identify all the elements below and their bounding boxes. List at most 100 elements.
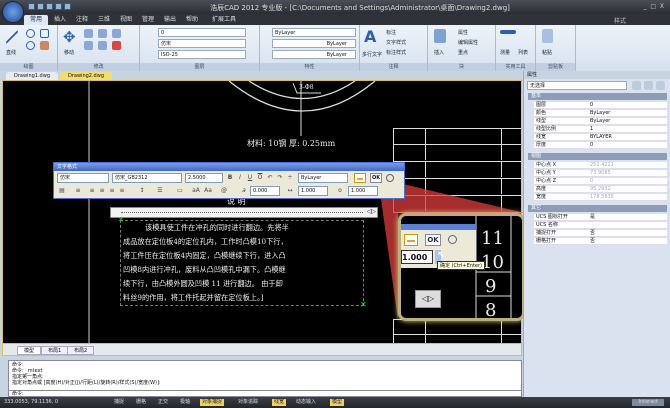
status-toggle-6[interactable]: 线宽 (272, 399, 287, 406)
tab-view[interactable]: 视图 (114, 15, 138, 25)
measure-icon[interactable] (500, 30, 516, 34)
property-row[interactable]: 线型 ByLayer (534, 118, 667, 125)
style-combo[interactable]: 仿宋 (57, 173, 109, 183)
insert-block-icon[interactable] (434, 29, 446, 43)
align-left-icon[interactable]: ≡ (88, 187, 96, 195)
mtext-ruler[interactable]: ◁▷ (110, 207, 378, 218)
select-objects-icon[interactable] (644, 81, 653, 90)
selection-combo[interactable]: 无选择 (527, 81, 627, 90)
layer-combo[interactable]: 0 (158, 28, 246, 37)
save-icon[interactable] (46, 3, 53, 10)
maximize-button[interactable]: □ (650, 3, 656, 10)
new-icon[interactable] (28, 3, 35, 10)
section-header-1[interactable]: 视图 (528, 153, 667, 160)
insert-button[interactable]: 插入 (434, 49, 444, 56)
status-toggle-1[interactable]: 栅格 (134, 399, 148, 406)
dimension-button[interactable]: 标注 (386, 29, 396, 36)
minimize-button[interactable]: _ (644, 3, 647, 10)
open-icon[interactable] (37, 3, 44, 10)
hatch-icon[interactable] (40, 41, 49, 50)
tab-3d[interactable]: 三维 (92, 15, 116, 25)
text-style-button[interactable]: 文字样式 (386, 39, 406, 46)
dim-style-combo[interactable]: ISO-25 (158, 50, 246, 59)
lineweight-combo[interactable]: ByLayer (272, 50, 356, 59)
list-button[interactable]: 列表 (518, 49, 528, 56)
move-icon[interactable]: ✥ (63, 28, 76, 46)
arc-icon[interactable] (26, 29, 35, 38)
property-row[interactable]: 图层 0 (534, 102, 667, 109)
align-center-icon[interactable]: ≡ (98, 187, 106, 195)
oblique-angle-field[interactable]: 0.000 (250, 186, 280, 196)
font-combo[interactable]: 仿宋_GB2312 (112, 173, 182, 183)
doc-tab-drawing1[interactable]: Drawing1.dwg (6, 72, 58, 80)
underline-icon[interactable]: U (246, 174, 254, 182)
lowercase-icon[interactable]: Aa (204, 187, 212, 195)
status-toggle-5[interactable]: 对象追踪 (236, 399, 260, 406)
section-header-2[interactable]: 其它 (528, 205, 667, 212)
bold-icon[interactable]: B (226, 174, 234, 182)
tab-output[interactable]: 输出 (158, 15, 182, 25)
columns-icon[interactable]: ▤ (58, 187, 66, 195)
ruler-toggle-icon[interactable] (354, 173, 366, 183)
property-row[interactable]: 厚度 0 (534, 142, 667, 149)
field-icon[interactable]: ▭ (176, 187, 184, 195)
numbering-icon[interactable]: ☰ (156, 187, 164, 195)
stretch-icon[interactable] (98, 41, 107, 50)
property-row[interactable]: 捕捉打开 否 (534, 230, 667, 237)
rectangle-icon[interactable] (40, 29, 49, 38)
property-row[interactable]: 线型比例 1 (534, 126, 667, 133)
dim-style-button[interactable]: 标注样式 (386, 49, 406, 56)
status-toggle-0[interactable]: 捕捉 (112, 399, 126, 406)
undo-icon[interactable]: ↶ (266, 174, 274, 182)
tab-help[interactable]: 帮助 (180, 15, 204, 25)
ruler-resize-icon[interactable]: ◁▷ (415, 290, 441, 308)
property-row[interactable]: 中心点 Y 73.9085 (534, 170, 667, 177)
status-toggle-4[interactable]: 对象捕捉 (200, 399, 225, 406)
line-button[interactable]: 直线 (6, 49, 16, 56)
doc-tab-drawing2[interactable]: Drawing2.dwg (60, 72, 112, 80)
attribute-button[interactable]: 属性 (458, 29, 468, 36)
window-controls[interactable]: _ □ X (644, 3, 664, 10)
property-row[interactable]: 栅格打开 否 (534, 238, 667, 245)
align-justify-icon[interactable]: ≡ (118, 187, 126, 195)
stack-icon[interactable]: ÷ (286, 174, 294, 182)
linetype-combo[interactable]: ByLayer (272, 39, 356, 48)
overline-icon[interactable] (404, 234, 418, 246)
text-height-combo[interactable]: 2.5000 (185, 173, 223, 183)
circle-icon[interactable] (26, 41, 35, 50)
tab-annotate[interactable]: 注释 (70, 15, 94, 25)
uppercase-icon[interactable]: aA (192, 187, 200, 195)
ok-button[interactable]: OK (370, 173, 382, 183)
paste-button[interactable]: 粘贴 (542, 49, 552, 56)
status-toggle-7[interactable]: 动态输入 (294, 399, 318, 406)
copy-icon[interactable] (98, 29, 107, 38)
align-right-icon[interactable]: ≡ (108, 187, 116, 195)
line-icon[interactable] (6, 30, 18, 44)
status-toggle-2[interactable]: 正交 (156, 399, 170, 406)
property-row[interactable]: 线宽 BYLAYER (534, 134, 667, 141)
undo-icon[interactable] (64, 3, 71, 10)
property-row[interactable]: 颜色 ByLayer (534, 110, 667, 117)
style-menu[interactable]: 样式 (614, 16, 626, 25)
property-row[interactable]: UCS 图标打开 是 (534, 214, 667, 221)
width-factor-field-zoomed[interactable]: 1.000 (401, 250, 433, 264)
section-header-0[interactable]: 基本 (528, 93, 667, 100)
interact-button[interactable]: Interact (632, 399, 664, 406)
tab-manage[interactable]: 管理 (136, 15, 160, 25)
overline-text-icon[interactable]: O (256, 174, 264, 182)
pickadd-icon[interactable] (632, 81, 641, 90)
move-button[interactable]: 移动 (64, 49, 74, 56)
mtext-icon[interactable]: A (364, 27, 376, 46)
quick-select-icon[interactable] (656, 81, 665, 90)
ok-button-zoomed[interactable]: OK (425, 234, 441, 246)
scale-icon[interactable] (84, 41, 93, 50)
mtext-editor[interactable]: 该模具使工件在冲孔的同时进行翻边。先将半 成品放在定位板4的定位孔内，工作时凸模1… (120, 220, 364, 306)
measure-button[interactable]: 测量 (500, 49, 510, 56)
property-row[interactable]: 中心点 Z 0 (534, 178, 667, 185)
property-row[interactable]: 高度 95.2932 (534, 186, 667, 193)
tab-home[interactable]: 常用 (24, 15, 49, 25)
symbol-icon[interactable]: @ (220, 187, 228, 195)
close-button[interactable]: X (660, 3, 664, 10)
color-combo[interactable]: ByLayer (272, 28, 356, 37)
ruler-resize-icon[interactable]: ◁▷ (367, 208, 376, 215)
